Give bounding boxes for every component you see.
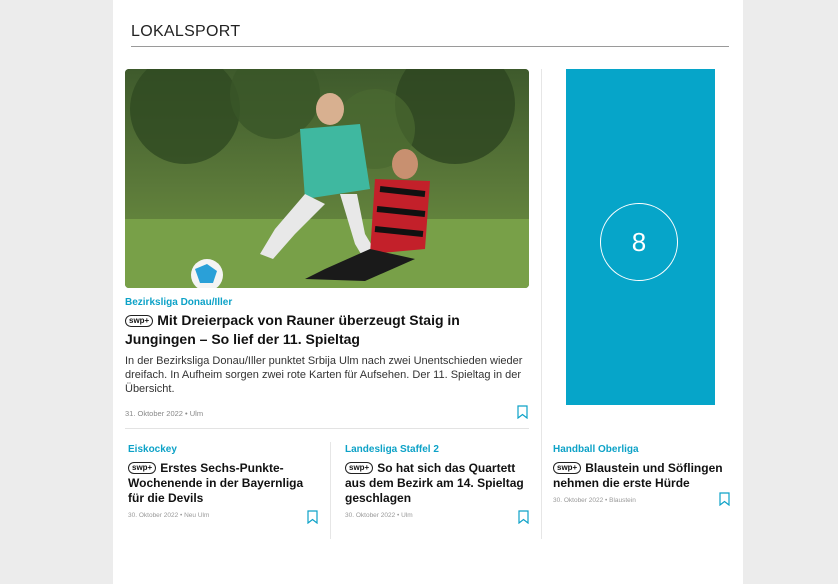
swp-plus-badge: swp+ [125,315,154,327]
bookmark-icon[interactable] [517,405,528,419]
divider [125,428,529,429]
card-divider [330,442,331,539]
card-headline[interactable]: swp+ So hat sich das Quartett aus dem Bez… [345,461,530,506]
column-divider [541,69,542,539]
hero-meta: 31. Oktober 2022 • Ulm [125,409,204,418]
article-card[interactable]: Landesliga Staffel 2 swp+ So hat sich das… [345,444,530,519]
hero-teaser[interactable]: In der Bezirksliga Donau/Iller punktet S… [125,354,529,396]
ad-counter: 8 [600,203,678,281]
card-kicker[interactable]: Eiskockey [128,444,318,456]
bookmark-icon[interactable] [719,492,730,506]
page-content: LOKALSPORT Bezirksliga Donau/Iller swp+ … [113,0,743,584]
card-headline[interactable]: swp+ Blaustein und Söflingen nehmen die e… [553,461,731,491]
card-meta: 30. Oktober 2022 • Ulm [345,512,413,519]
article-card[interactable]: Handball Oberliga swp+ Blaustein und Söfl… [553,444,731,504]
bookmark-icon[interactable] [307,510,318,524]
bookmark-icon[interactable] [518,510,529,524]
card-headline[interactable]: swp+ Erstes Sechs-Punkte-Wochenende in de… [128,461,318,506]
hero-headline[interactable]: swp+ Mit Dreierpack von Rauner überzeugt … [125,311,520,349]
ad-box[interactable]: 8 [566,69,715,405]
swp-plus-badge: swp+ [128,462,157,474]
card-meta: 30. Oktober 2022 • Blaustein [553,497,636,504]
section-header: LOKALSPORT [131,22,729,47]
card-kicker[interactable]: Landesliga Staffel 2 [345,444,530,456]
swp-plus-badge: swp+ [553,462,582,474]
card-kicker[interactable]: Handball Oberliga [553,444,731,456]
hero-headline-text[interactable]: Mit Dreierpack von Rauner überzeugt Stai… [125,312,460,347]
hero-image[interactable] [125,69,529,288]
hero-kicker[interactable]: Bezirksliga Donau/Iller [125,297,232,309]
section-title[interactable]: LOKALSPORT [131,22,729,42]
card-meta: 30. Oktober 2022 • Neu Ulm [128,512,210,519]
swp-plus-badge: swp+ [345,462,374,474]
article-card[interactable]: Eiskockey swp+ Erstes Sechs-Punkte-Wochen… [128,444,318,519]
